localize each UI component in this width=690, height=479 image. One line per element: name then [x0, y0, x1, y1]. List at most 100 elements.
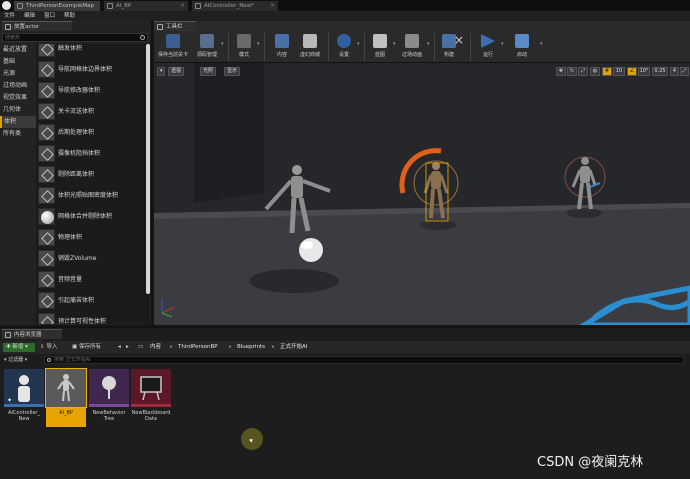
lit-label: 光照 [203, 68, 214, 74]
save-all-button[interactable]: ▣ 保存所有 [72, 343, 101, 352]
content-button[interactable]: 内容 [270, 32, 294, 62]
tab-ai-bp[interactable]: AI_BP × [104, 1, 188, 11]
category-cinematic[interactable]: 过场动画 [0, 80, 36, 92]
actor-item[interactable]: 导航网格体边界体积 [36, 59, 148, 80]
tab-content-browser[interactable]: 内容浏览器 [2, 329, 62, 339]
menu-edit[interactable]: 编辑 [24, 12, 35, 20]
breadcrumb-content[interactable]: 内容 [150, 343, 161, 352]
scale-snap-value[interactable]: 0.25 [652, 67, 668, 76]
tab-place-actors[interactable]: 放置actor [2, 21, 72, 31]
settings-button[interactable]: 设置 [332, 32, 356, 62]
modes-button[interactable]: 模式 [232, 32, 256, 62]
category-volumes[interactable]: 体积 [0, 116, 36, 128]
grid-snap-icon[interactable]: # [602, 67, 612, 76]
actor-item[interactable]: 后期处理体积 [36, 122, 148, 143]
asset-search-input[interactable] [54, 357, 354, 363]
actor-item[interactable]: 剔除距离体积 [36, 164, 148, 185]
close-icon[interactable]: × [454, 33, 464, 47]
chevron-down-icon[interactable]: ▾ [221, 41, 224, 47]
chevron-down-icon[interactable]: ▾ [357, 41, 360, 47]
asset-behavior-tree[interactable]: NewBehavior Tree [89, 369, 129, 427]
add-new-button[interactable]: ✚ 新增 ▾ [3, 343, 35, 352]
category-label: 体积 [4, 118, 17, 125]
blueprints-button[interactable]: 蓝图 [368, 32, 392, 62]
actor-item[interactable]: 触发体积 [36, 44, 148, 59]
chevron-down-icon[interactable]: ▾ [540, 41, 543, 47]
import-button[interactable]: ⇩ 导入 [40, 343, 57, 352]
chevron-down-icon[interactable]: ▾ [427, 41, 430, 47]
show-button[interactable]: 显示 [224, 67, 241, 76]
category-geometry[interactable]: 几何体 [0, 104, 36, 116]
cinematics-button[interactable]: 过场动画 [398, 32, 426, 62]
actor-item[interactable]: 导航修改器体积 [36, 80, 148, 101]
breadcrumb-thirdpersonbp[interactable]: ThirdPersonBP [178, 343, 218, 352]
category-visual-effects[interactable]: 视觉效果 [0, 92, 36, 104]
viewport-scene[interactable] [154, 63, 690, 325]
translate-icon[interactable]: ✥ [556, 67, 566, 76]
actor-item[interactable]: 关卡流送体积 [36, 101, 148, 122]
camera-speed-value[interactable]: 4 [670, 67, 679, 76]
filters-label: 过滤器 [8, 357, 24, 363]
folder-icon[interactable]: ▭ [138, 343, 143, 352]
scrollbar-thumb[interactable] [146, 44, 150, 294]
actor-label: 音频音量 [58, 276, 83, 283]
chevron-down-icon[interactable]: ▾ [501, 41, 504, 47]
breadcrumb-blueprints[interactable]: Blueprints [237, 343, 265, 352]
class-search-input[interactable] [5, 34, 135, 41]
category-lights[interactable]: 光源 [0, 68, 36, 80]
play-button[interactable]: 运行 [476, 32, 500, 62]
viewport-options-chevron-icon[interactable]: ▾ [157, 67, 165, 76]
menu-window[interactable]: 窗口 [44, 12, 55, 20]
cube-icon [38, 271, 55, 288]
settings-icon [337, 34, 351, 48]
lit-button[interactable]: 光照 [200, 67, 217, 76]
filters-button[interactable]: ▾ 过滤器 ▾ [4, 356, 42, 364]
tab-label: ThirdPersonExampleMap [26, 3, 94, 9]
menu-help[interactable]: 帮助 [64, 12, 75, 20]
unreal-logo-icon[interactable] [2, 1, 11, 10]
class-search-box[interactable] [2, 33, 148, 42]
tab-ai-controller[interactable]: AIController_New* × [192, 1, 278, 11]
source-control-button[interactable]: 源码管理 [194, 32, 220, 62]
grid-snap-value[interactable]: 10 [613, 67, 625, 76]
save-current-level-button[interactable]: 保存当前关卡 [158, 32, 188, 62]
breadcrumb-current-folder[interactable]: 正式开始AI [280, 343, 307, 352]
tab-level-map[interactable]: ThirdPersonExampleMap [14, 1, 100, 11]
tab-toolbar[interactable]: 工具栏 [154, 21, 196, 31]
actor-item[interactable]: 体积光照贴图密度体积 [36, 185, 148, 206]
perspective-button[interactable]: 透视 [168, 67, 185, 76]
asset-ai-controller[interactable]: ✦ AIController_ New [4, 369, 44, 427]
level-viewport[interactable]: ▾ 透视 光照 显示 ✥ ↻ ⤢ ◍ # 10 ∠ 10° 0.25 4 ⤢ [154, 63, 690, 325]
actor-list-scrollbar[interactable] [146, 44, 150, 324]
category-recent[interactable]: 最近放置 [0, 44, 36, 56]
maximize-icon[interactable]: ⤢ [680, 67, 689, 76]
asset-search-box[interactable] [44, 356, 684, 364]
toolbar-icon [157, 24, 163, 30]
category-all-classes[interactable]: 所有类 [0, 128, 36, 140]
chevron-down-icon[interactable]: ▾ [393, 41, 396, 47]
actor-item[interactable]: 摄像机阻挡体积 [36, 143, 148, 164]
actor-item[interactable]: 物理体积 [36, 227, 148, 248]
category-basic[interactable]: 基础 [0, 56, 36, 68]
close-icon[interactable]: × [180, 1, 185, 11]
asset-blackboard[interactable]: NewBlackboard Data [131, 369, 171, 427]
marketplace-button[interactable]: 虚幻商城 [298, 32, 322, 62]
menu-file[interactable]: 文件 [4, 12, 15, 20]
launch-button[interactable]: 启动 [510, 32, 534, 62]
asset-ai-bp[interactable]: AI_BP [45, 368, 87, 427]
rotation-snap-value[interactable]: 10° [638, 67, 650, 76]
history-back-icon[interactable]: ◂ [118, 343, 121, 352]
chevron-down-icon[interactable]: ▾ [257, 41, 260, 47]
actor-item[interactable]: 引起痛苦体积 [36, 290, 148, 311]
close-icon[interactable]: × [270, 1, 275, 11]
actor-item[interactable]: 音频音量 [36, 269, 148, 290]
place-icon [5, 24, 11, 30]
actor-item[interactable]: 销毁ZVolume [36, 248, 148, 269]
history-forward-icon[interactable]: ▸ [126, 343, 129, 352]
rotate-icon[interactable]: ↻ [567, 67, 577, 76]
actor-item[interactable]: 网格体合并剔除体积 [36, 206, 148, 227]
actor-item[interactable]: 预计算可视性体积 [36, 311, 148, 324]
world-icon[interactable]: ◍ [590, 67, 600, 76]
scale-icon[interactable]: ⤢ [578, 67, 588, 76]
rotation-snap-icon[interactable]: ∠ [627, 67, 637, 76]
